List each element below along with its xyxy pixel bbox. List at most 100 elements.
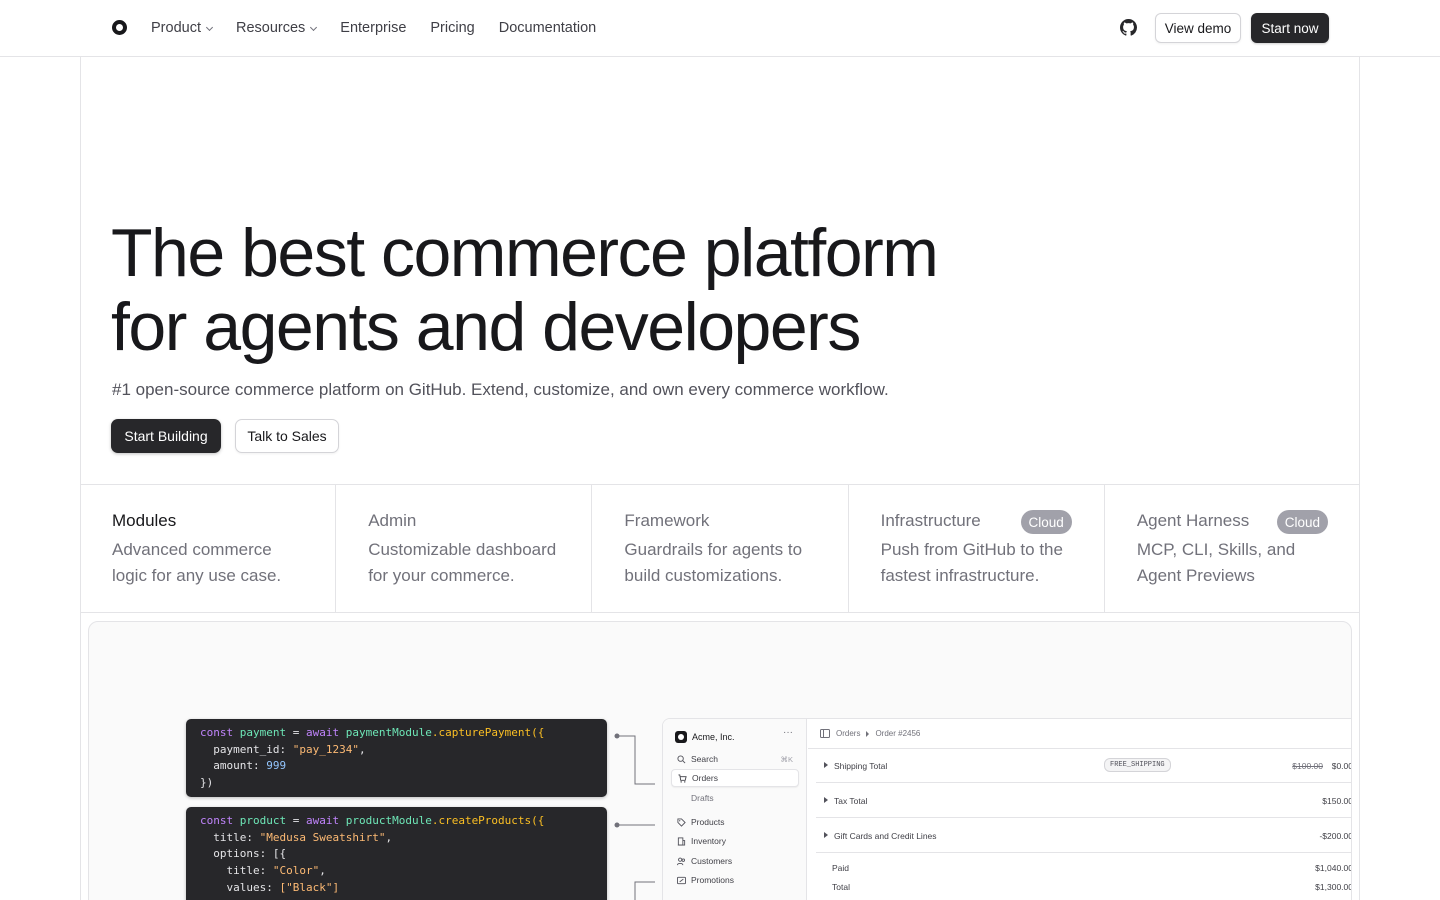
search-icon (677, 754, 686, 763)
medusa-logo-icon[interactable] (112, 20, 127, 35)
row-amount: $0.00 (1331, 761, 1352, 771)
total-label: Paid (832, 863, 850, 873)
total-amount: $1,040.00 (1315, 863, 1352, 873)
feature-desc-line2: logic for any use case. (112, 566, 282, 585)
order-row-tax[interactable]: Tax Total $150.00 (816, 784, 1352, 818)
total-amount: $1,300.00 (1315, 882, 1352, 892)
order-row-shipping[interactable]: Shipping Total FREE_SHIPPING $100.00 $0.… (816, 749, 1352, 783)
talk-to-sales-button[interactable]: Talk to Sales (235, 419, 339, 453)
users-icon (677, 857, 686, 865)
total-total: Total $1,300.00 (832, 882, 1352, 892)
nav-pricing[interactable]: Pricing (430, 20, 474, 36)
cart-icon (678, 773, 687, 783)
nav-resources-label: Resources (235, 20, 306, 36)
admin-nav-drafts[interactable]: Drafts (671, 789, 799, 807)
code-token: title: (213, 830, 253, 844)
percent-icon (677, 876, 686, 884)
nav-enterprise[interactable]: Enterprise (340, 20, 406, 36)
admin-brand-name: Acme, Inc. (692, 732, 735, 742)
feature-title: Framework (624, 511, 710, 530)
feature-tab-agent-harness[interactable]: Agent Harness Cloud MCP, CLI, Skills, an… (1105, 485, 1360, 612)
admin-nav-products[interactable]: Products (671, 813, 799, 831)
promo-code-tag: FREE_SHIPPING (1104, 758, 1171, 772)
feature-desc: MCP, CLI, Skills, and Agent Previews (1137, 537, 1328, 589)
hero-title: The best commerce platform for agents an… (111, 216, 1011, 364)
chevron-down-icon (310, 23, 318, 31)
start-building-button[interactable]: Start Building (111, 419, 221, 453)
total-paid: Paid $1,040.00 (832, 863, 1352, 873)
view-demo-button[interactable]: View demo (1155, 13, 1241, 43)
admin-brand[interactable]: Acme, Inc. (675, 731, 735, 743)
breadcrumb: Orders Order #2456 (820, 729, 920, 738)
nav-product[interactable]: Product (151, 20, 214, 36)
product-preview: const payment = await paymentModule.capt… (88, 621, 1352, 900)
admin-nav-orders[interactable]: Orders (671, 769, 799, 787)
sidebar-toggle-icon[interactable] (820, 729, 830, 738)
row-label: Shipping Total (834, 761, 888, 771)
connector-path (617, 735, 655, 785)
code-token: options: [{ (213, 847, 287, 861)
code-token: productModule (345, 814, 432, 827)
admin-nav-customers[interactable]: Customers (671, 852, 799, 870)
feature-desc-line1: Advanced commerce (112, 540, 272, 559)
feature-tab-framework[interactable]: Framework Guardrails for agents to build … (592, 485, 849, 612)
code-token: payment (239, 726, 287, 739)
code-token: payment_id: (213, 742, 287, 756)
feature-tab-admin[interactable]: Admin Customizable dashboard for your com… (336, 485, 593, 612)
code-token: , (385, 830, 393, 844)
cloud-badge: Cloud (1020, 510, 1072, 534)
breadcrumb-orders[interactable]: Orders (836, 729, 860, 738)
nav-links: Product Resources Enterprise Pricing Doc… (151, 0, 620, 56)
order-row-gift-cards[interactable]: Gift Cards and Credit Lines -$200.00 (816, 819, 1351, 853)
admin-nav-promotions[interactable]: Promotions (671, 871, 799, 889)
store-logo-icon (675, 731, 687, 743)
code-token: product (239, 814, 287, 827)
feature-desc-line2: fastest infrastructure. (880, 566, 1040, 585)
row-amount: $150.00 (1322, 796, 1352, 806)
code-token: = (292, 726, 300, 739)
code-token: ["Black"] (279, 880, 340, 894)
row-label: Gift Cards and Credit Lines (834, 831, 937, 841)
admin-nav-label: Drafts (691, 793, 714, 803)
row-label: Tax Total (834, 796, 868, 806)
nav-product-label: Product (151, 20, 201, 36)
cloud-badge: Cloud (1276, 510, 1329, 534)
breadcrumb-order: Order #2456 (875, 729, 921, 738)
feature-desc: Advanced commerce logic for any use case. (112, 537, 303, 589)
feature-desc-line1: Customizable dashboard (368, 540, 557, 559)
feature-desc-line1: Guardrails for agents to (624, 540, 803, 559)
feature-tab-modules[interactable]: Modules Advanced commerce logic for any u… (80, 485, 337, 612)
feature-desc: Guardrails for agents to build customizat… (624, 537, 815, 589)
code-token: paymentModule (345, 726, 432, 739)
old-amount: $100.00 (1292, 761, 1323, 771)
admin-nav-search[interactable]: Search ⌘K (671, 750, 799, 768)
feature-desc-line1: MCP, CLI, Skills, and (1136, 540, 1296, 559)
hero-subtitle: #1 open-source commerce platform on GitH… (112, 380, 889, 399)
github-icon[interactable] (1120, 19, 1137, 36)
admin-sidebar: Acme, Inc. ··· Search ⌘K Orders Drafts P… (663, 719, 807, 900)
admin-main: Orders Order #2456 Shipping Total FREE_S… (808, 719, 1352, 900)
connector-path (634, 881, 655, 900)
feature-desc: Customizable dashboard for your commerce. (368, 537, 559, 589)
admin-nav-label: Orders (692, 773, 718, 783)
top-nav: Product Resources Enterprise Pricing Doc… (0, 0, 1440, 57)
nav-documentation[interactable]: Documentation (499, 20, 597, 36)
chevron-down-icon (205, 23, 214, 31)
code-token: values: (226, 880, 273, 894)
feature-desc: Push from GitHub to the fastest infrastru… (881, 537, 1072, 589)
code-token: await (305, 814, 340, 827)
more-icon[interactable]: ··· (783, 727, 793, 738)
admin-dashboard-preview: Acme, Inc. ··· Search ⌘K Orders Drafts P… (662, 718, 1352, 900)
code-token: }) (200, 776, 214, 790)
admin-nav-label: Search (691, 754, 718, 764)
code-token: "Medusa Sweatshirt" (259, 830, 386, 844)
feature-title: Admin (368, 511, 417, 530)
tag-icon (677, 817, 686, 827)
code-token: title: (226, 864, 267, 878)
caret-right-icon (824, 832, 828, 838)
code-token: = (292, 814, 300, 827)
admin-nav-inventory[interactable]: Inventory (671, 832, 799, 850)
nav-resources[interactable]: Resources (235, 20, 318, 36)
feature-tab-infrastructure[interactable]: Infrastructure Cloud Push from GitHub to… (849, 485, 1105, 612)
start-now-button[interactable]: Start now (1251, 13, 1329, 43)
